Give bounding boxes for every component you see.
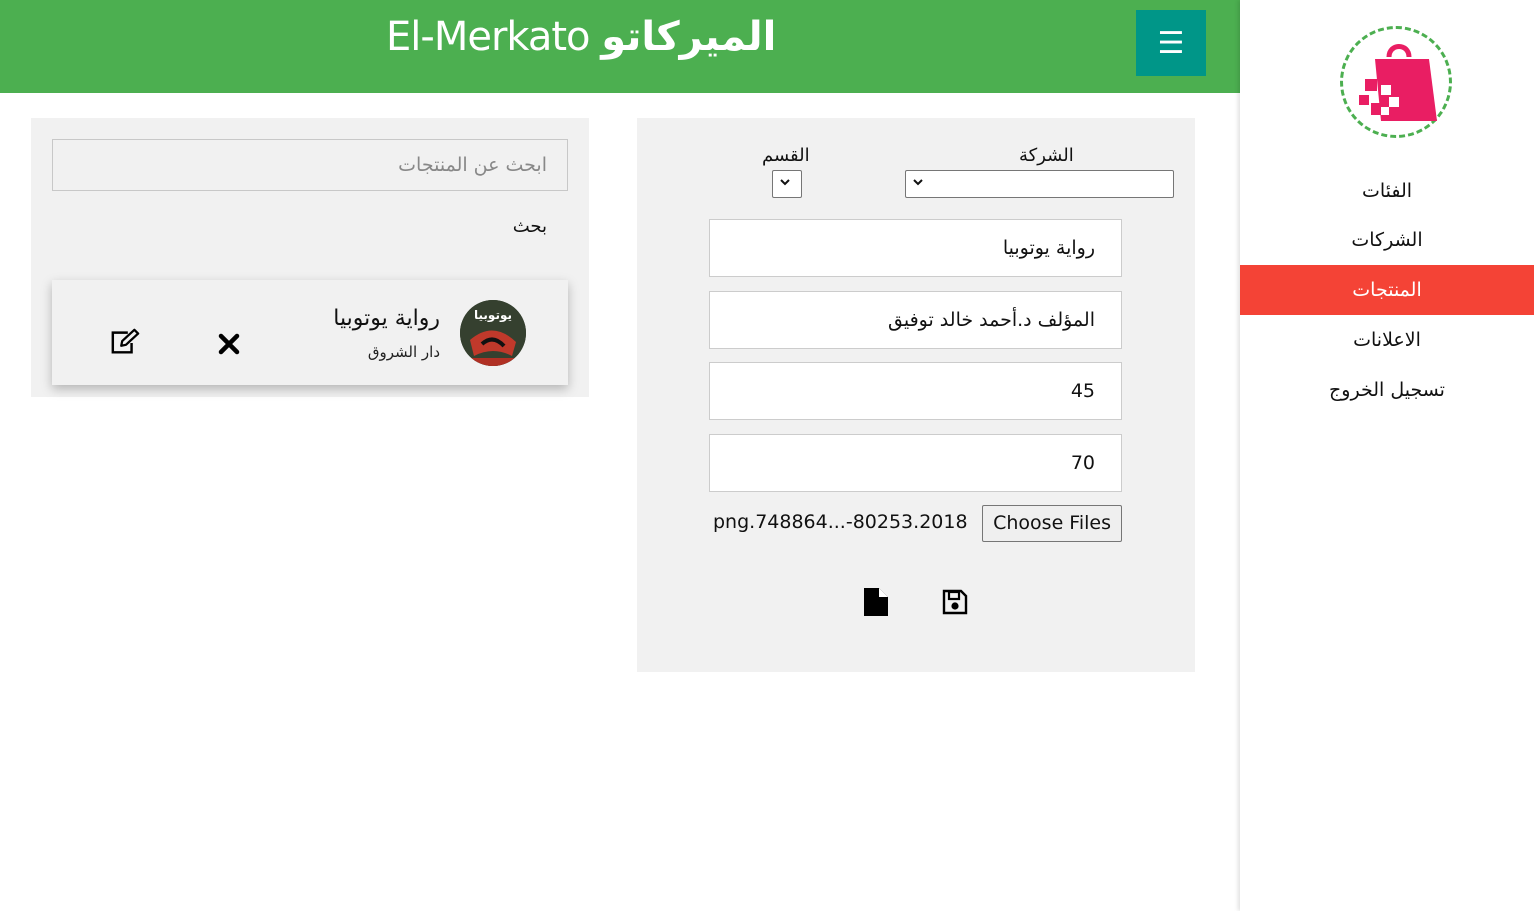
product-description-input[interactable]: المؤلف د.أحمد خالد توفيق <box>709 291 1122 349</box>
menu-button[interactable]: ☰ <box>1136 10 1206 76</box>
sidebar-item-label: الاعلانات <box>1353 329 1421 351</box>
app-title: El-Merkato الميركاتو <box>386 14 786 74</box>
company-select[interactable] <box>905 170 1174 198</box>
file-icon <box>864 588 888 616</box>
sidebar-item-products[interactable]: المنتجات <box>1240 265 1534 315</box>
section-select[interactable] <box>772 170 802 198</box>
product-number-input-2[interactable]: 70 <box>709 434 1122 492</box>
sidebar-item-logout[interactable]: تسجيل الخروج <box>1240 365 1534 415</box>
top-header: El-Merkato الميركاتو ☰ <box>0 0 1240 93</box>
product-name-input[interactable]: رواية يوتوبيا <box>709 219 1122 277</box>
company-label: الشركة <box>1019 145 1074 166</box>
product-thumbnail: يوتوبيا <box>460 300 526 366</box>
hamburger-icon: ☰ <box>1157 25 1185 61</box>
selected-file-name: png.748864...-80253.2018 <box>713 511 968 533</box>
sidebar-item-categories[interactable]: الفئات <box>1240 166 1534 216</box>
sidebar-item-label: الشركات <box>1351 229 1423 251</box>
shopping-bag-icon <box>1359 44 1437 121</box>
sidebar-item-label: الفئات <box>1361 180 1413 202</box>
app-title-ar: الميركاتو <box>601 14 777 60</box>
chevron-down-icon <box>780 179 790 186</box>
product-list-panel: ابحث عن المنتجات بحث يوتوبيا رواية يوتوب… <box>31 118 589 397</box>
floppy-disk-icon <box>942 589 968 615</box>
chevron-down-icon <box>913 179 923 186</box>
product-thumbnail-text: يوتوبيا <box>474 308 512 322</box>
choose-files-button[interactable]: Choose Files <box>982 505 1122 542</box>
new-button[interactable] <box>861 586 891 618</box>
app-title-en: El-Merkato <box>386 14 591 60</box>
edit-icon <box>111 328 140 354</box>
product-company: دار الشروق <box>367 343 440 361</box>
sidebar-item-label: المنتجات <box>1352 279 1422 301</box>
sidebar-item-ads[interactable]: الاعلانات <box>1240 315 1534 365</box>
delete-button[interactable] <box>214 328 244 360</box>
edit-button[interactable] <box>110 326 140 358</box>
product-card: يوتوبيا رواية يوتوبيا دار الشروق <box>52 280 568 385</box>
save-button[interactable] <box>940 586 970 618</box>
sidebar-item-label: تسجيل الخروج <box>1329 379 1445 401</box>
search-input[interactable]: ابحث عن المنتجات <box>52 139 568 191</box>
search-button[interactable]: بحث <box>513 216 547 237</box>
file-upload: Choose Files png.748864...-80253.2018 <box>713 505 1122 543</box>
section-label: القسم <box>762 145 810 166</box>
sidebar-item-companies[interactable]: الشركات <box>1240 215 1534 265</box>
sidebar: الفئات الشركات المنتجات الاعلانات تسجيل … <box>1240 0 1534 911</box>
product-title: رواية يوتوبيا <box>333 306 440 331</box>
product-number-input-1[interactable]: 45 <box>709 362 1122 420</box>
close-icon <box>218 333 240 355</box>
product-form: الشركة القسم رواية يوتوبيا المؤلف د.أحمد… <box>637 118 1195 672</box>
logo[interactable] <box>1340 26 1452 138</box>
